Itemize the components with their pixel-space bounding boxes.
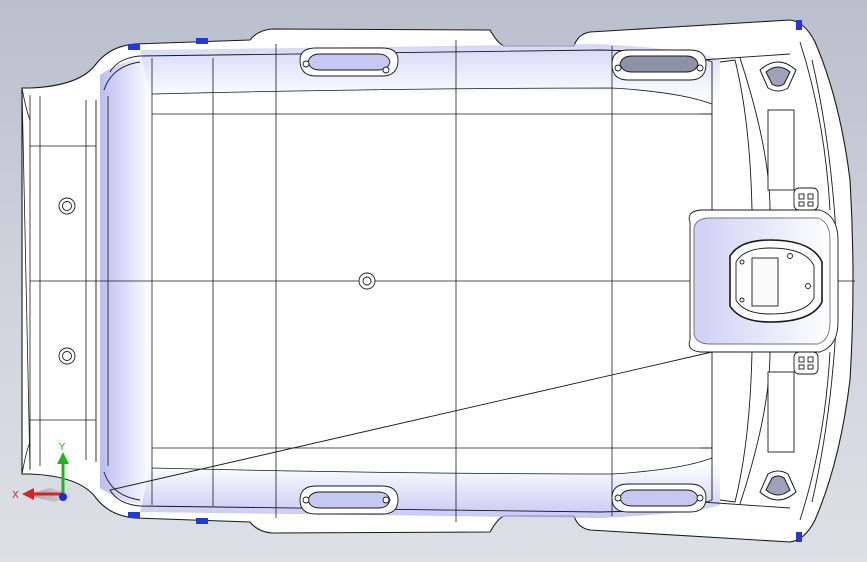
- z-axis-dot: [59, 493, 67, 501]
- grab-handle-top-right: [611, 49, 707, 81]
- y-axis-label: Y: [58, 442, 66, 453]
- y-axis-arrowhead: [57, 452, 69, 464]
- rect-clip-bottom: [793, 351, 819, 375]
- graphics-viewport[interactable]: Y X: [0, 0, 867, 562]
- axis-triad[interactable]: Y X: [10, 440, 70, 510]
- boss-front-upper: [58, 197, 76, 215]
- x-axis-label: X: [12, 490, 19, 501]
- grab-handle-bottom-right: [611, 483, 707, 513]
- headliner-model: [21, 19, 855, 543]
- x-axis-arrowhead: [22, 488, 34, 500]
- grab-handle-bottom-left: [299, 485, 399, 515]
- grab-handle-top-left: [299, 47, 399, 77]
- overhead-console: [688, 209, 839, 353]
- rect-clip-top: [793, 187, 819, 211]
- boss-front-lower: [58, 347, 76, 365]
- boss-center: [358, 272, 376, 290]
